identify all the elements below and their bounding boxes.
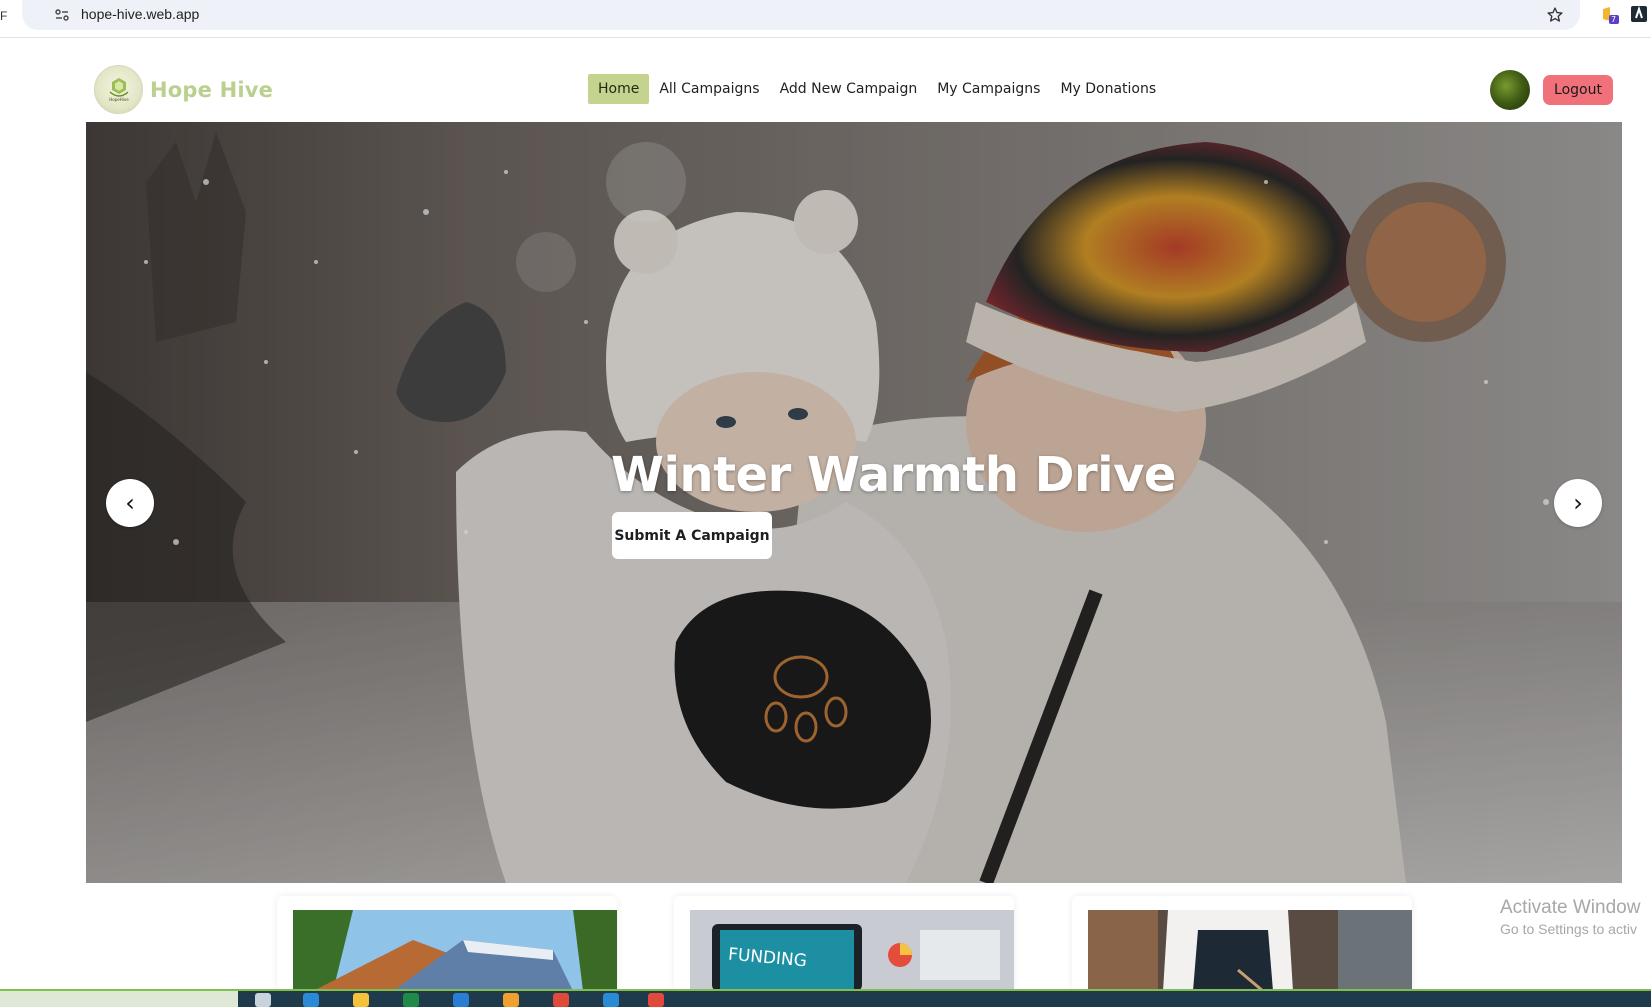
- campaign-card-image: [293, 910, 617, 991]
- campaign-card-image: FUNDING: [690, 910, 1014, 991]
- excel-icon[interactable]: [403, 993, 419, 1007]
- hero-title: Winter Warmth Drive: [611, 447, 1176, 503]
- campaign-card[interactable]: FUNDING: [674, 896, 1014, 991]
- extension-icon-2[interactable]: [1630, 5, 1650, 25]
- url-text[interactable]: hope-hive.web.app: [81, 6, 199, 22]
- watermark-line-1: Activate Window: [1500, 897, 1641, 918]
- user-avatar[interactable]: [1490, 70, 1530, 110]
- logout-button[interactable]: Logout: [1543, 75, 1613, 105]
- brand-name[interactable]: Hope Hive: [150, 78, 273, 102]
- extension-icon[interactable]: 7: [1600, 5, 1620, 25]
- campaign-card-image: [1088, 910, 1412, 991]
- submit-campaign-button[interactable]: Submit A Campaign: [612, 512, 772, 559]
- nav-add-new-campaign[interactable]: Add New Campaign: [770, 74, 928, 104]
- nav-my-campaigns[interactable]: My Campaigns: [927, 74, 1050, 104]
- watermark-line-2: Go to Settings to activ: [1500, 921, 1637, 937]
- slider-prev-button[interactable]: ‹: [106, 479, 154, 527]
- main-navbar: HopeHive Hope Hive Home All Campaigns Ad…: [86, 58, 1626, 122]
- bookmark-star-icon[interactable]: [1544, 4, 1566, 26]
- app-icon[interactable]: [503, 993, 519, 1007]
- slider-next-button[interactable]: ›: [1554, 479, 1602, 527]
- campaign-card[interactable]: [1072, 896, 1412, 991]
- activate-windows-watermark: Activate Window Go to Settings to activ: [1500, 897, 1640, 937]
- vscode-icon[interactable]: [603, 993, 619, 1007]
- browser-toolbar: F hope-hive.web.app 7: [0, 0, 1651, 38]
- extension-badge: 7: [1611, 15, 1617, 24]
- chevron-right-icon: ›: [1573, 489, 1583, 517]
- hero-slider: Winter Warmth Drive Submit A Campaign ‹ …: [86, 122, 1622, 883]
- task-view-icon[interactable]: [255, 993, 271, 1007]
- left-edge-glyph: F: [0, 9, 8, 23]
- site-info-icon[interactable]: [52, 5, 72, 25]
- logo-text: HopeHive: [109, 97, 129, 102]
- chrome-icon[interactable]: [553, 993, 569, 1007]
- chevron-left-icon: ‹: [125, 489, 135, 517]
- nav-my-donations[interactable]: My Donations: [1050, 74, 1166, 104]
- folder-icon[interactable]: [353, 993, 369, 1007]
- hope-hive-logo[interactable]: HopeHive: [94, 65, 143, 114]
- nav-links: Home All Campaigns Add New Campaign My C…: [588, 74, 1166, 104]
- taskbar-search-area[interactable]: [0, 991, 238, 1007]
- chrome-active-icon[interactable]: [648, 993, 664, 1007]
- mail-icon[interactable]: [453, 993, 469, 1007]
- address-bar[interactable]: hope-hive.web.app: [22, 0, 1580, 30]
- nav-home[interactable]: Home: [588, 74, 650, 104]
- campaign-card[interactable]: [277, 896, 617, 991]
- nav-all-campaigns[interactable]: All Campaigns: [649, 74, 769, 104]
- os-taskbar: [0, 989, 1651, 1007]
- edge-icon[interactable]: [303, 993, 319, 1007]
